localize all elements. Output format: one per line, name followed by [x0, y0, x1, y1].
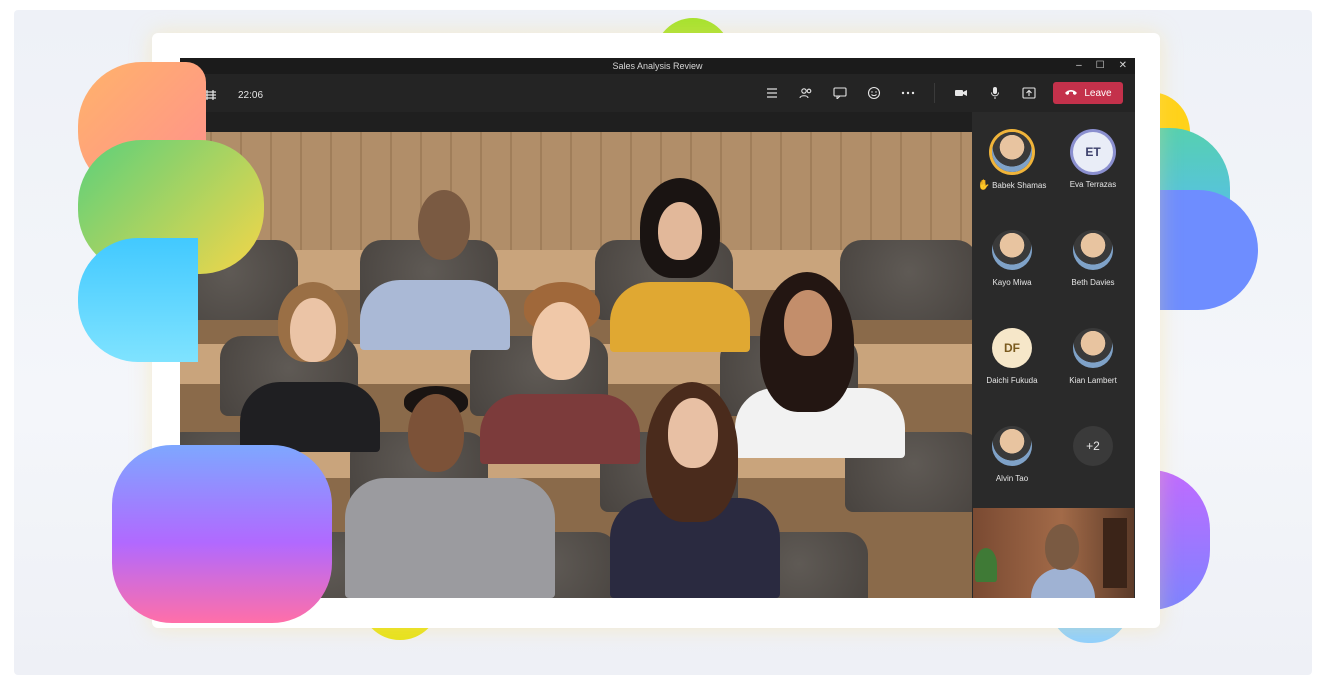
- decor-blob: [112, 445, 332, 623]
- list-icon[interactable]: [762, 83, 782, 103]
- participant-name: Eva Terrazas: [1069, 180, 1117, 189]
- participant-tile[interactable]: Kayo Miwa: [972, 230, 1052, 320]
- avatar: [992, 426, 1032, 466]
- share-icon[interactable]: [1019, 83, 1039, 103]
- plant-decor: [975, 548, 997, 582]
- decor-blob: [78, 238, 198, 362]
- participants-panel: ✋ Babek Shamas ET Eva Terrazas Kayo Miwa …: [972, 112, 1135, 598]
- maximize-button[interactable]: ☐: [1096, 58, 1105, 74]
- more-participants-button[interactable]: +2: [1053, 426, 1133, 516]
- leave-button[interactable]: Leave: [1053, 82, 1123, 104]
- self-view-video: [973, 508, 1134, 598]
- participant-tile[interactable]: DF Daichi Fukuda: [972, 328, 1052, 418]
- auditorium-wall: [180, 132, 972, 252]
- participant-name: Daichi Fukuda: [986, 376, 1038, 385]
- phone-hangup-icon: [1064, 88, 1078, 99]
- window-controls: – ☐ ✕: [1076, 58, 1127, 74]
- participant-tile[interactable]: Beth Davies: [1053, 230, 1133, 320]
- participant-tile[interactable]: Kian Lambert: [1053, 328, 1133, 418]
- meeting-timer: 22:06: [238, 89, 264, 101]
- mic-icon[interactable]: [985, 83, 1005, 103]
- auditorium-seat: [840, 240, 972, 320]
- camera-icon[interactable]: [951, 83, 971, 103]
- participant-name: Kian Lambert: [1069, 376, 1117, 385]
- leave-label: Leave: [1084, 87, 1112, 99]
- reactions-icon[interactable]: [864, 83, 884, 103]
- minimize-button[interactable]: –: [1076, 58, 1082, 74]
- title-bar: Sales Analysis Review – ☐ ✕: [180, 58, 1135, 74]
- avatar: ET: [1073, 132, 1113, 172]
- participant-tile[interactable]: ET Eva Terrazas: [1053, 132, 1133, 222]
- more-icon[interactable]: [898, 83, 918, 103]
- avatar: [1073, 328, 1113, 368]
- chat-icon[interactable]: [830, 83, 850, 103]
- avatar: DF: [992, 328, 1032, 368]
- meeting-toolbar: 22:06 Leave: [180, 74, 1135, 112]
- more-participants-count: +2: [1073, 426, 1113, 466]
- avatar: [992, 230, 1032, 270]
- window-title: Sales Analysis Review: [612, 61, 703, 71]
- toolbar-divider: [934, 83, 935, 103]
- participant-name: Babek Shamas: [992, 181, 1047, 190]
- people-icon[interactable]: [796, 83, 816, 103]
- participant-name: Kayo Miwa: [992, 278, 1032, 287]
- participant-tile[interactable]: ✋ Babek Shamas: [972, 132, 1052, 222]
- avatar: [1073, 230, 1113, 270]
- participant-name: Beth Davies: [1071, 278, 1115, 287]
- close-button[interactable]: ✕: [1119, 58, 1127, 74]
- avatar: [992, 132, 1032, 172]
- participant-name: Alvin Tao: [995, 474, 1029, 483]
- participant-tile[interactable]: Alvin Tao: [972, 426, 1052, 516]
- raised-hand-icon: ✋: [977, 180, 991, 191]
- bookshelf-decor: [1103, 518, 1127, 588]
